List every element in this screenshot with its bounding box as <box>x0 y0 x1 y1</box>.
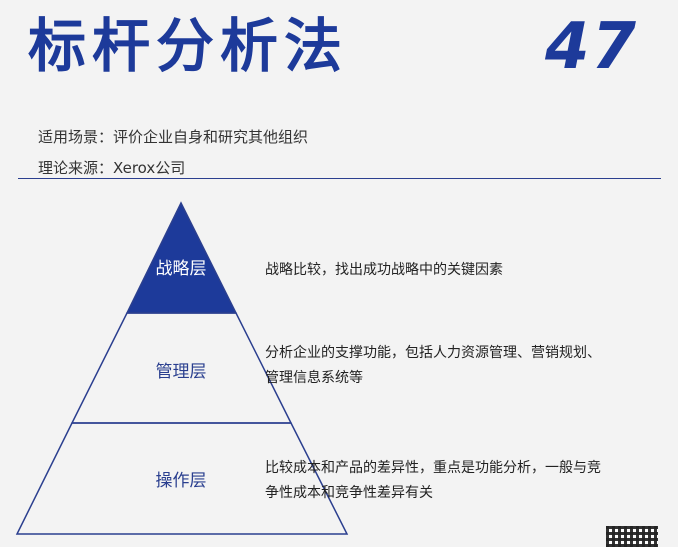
layer-description-strategy: 战略比较，找出成功战略中的关键因素 <box>265 262 503 278</box>
qr-code-icon <box>606 526 658 547</box>
layer-description-operation: 比较成本和产品的差异性，重点是功能分析，一般与竞争性成本和竞争性差异有关 <box>265 460 601 501</box>
layer-label-management: 管理层 <box>155 362 207 382</box>
layer-label-strategy: 战略层 <box>155 259 207 279</box>
layer-description-management: 分析企业的支撑功能，包括人力资源管理、营销规划、管理信息系统等 <box>265 345 601 386</box>
layer-label-operation: 操作层 <box>155 471 207 491</box>
